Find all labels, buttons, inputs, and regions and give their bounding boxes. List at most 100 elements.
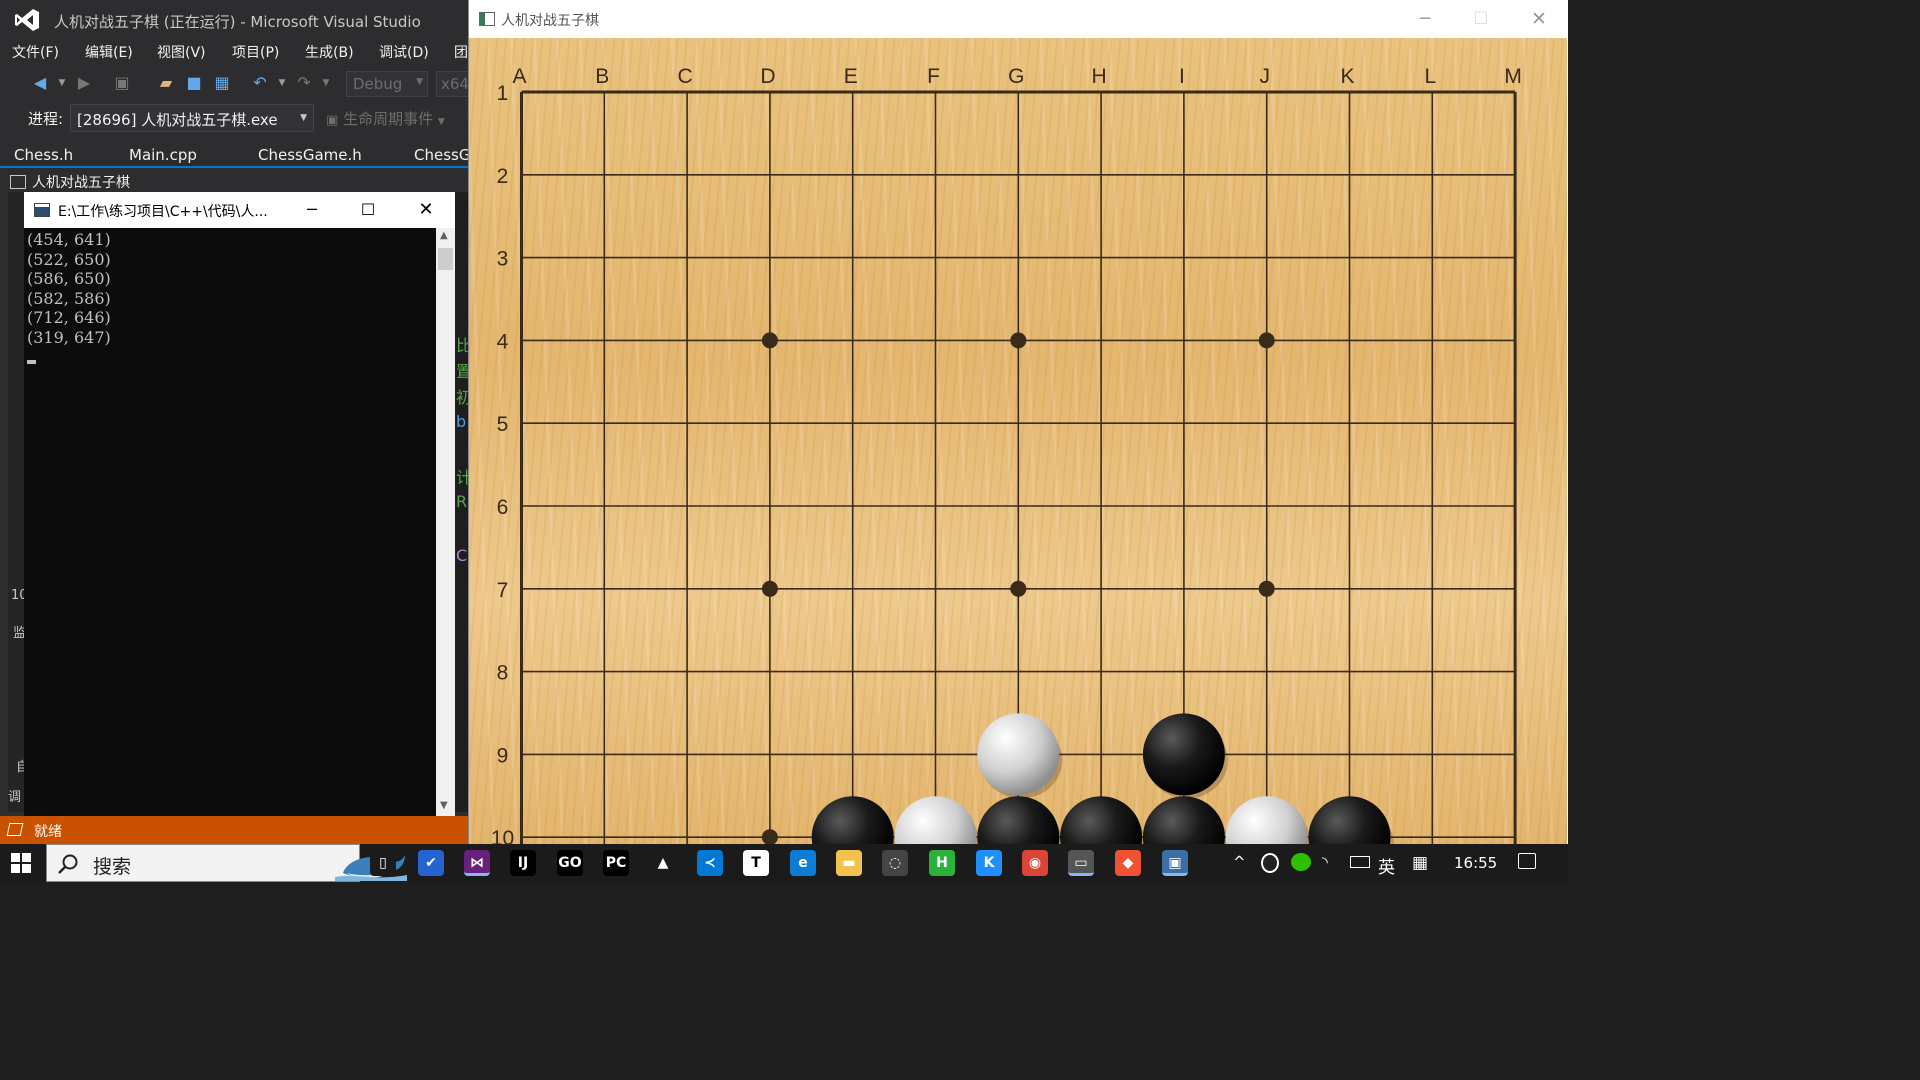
jetbrains-icon[interactable]: IJ	[510, 850, 536, 876]
menu-debug[interactable]: 调试(D)	[379, 42, 429, 62]
console-scrollbar[interactable]: ▲ ▼	[436, 228, 455, 816]
menu-edit[interactable]: 编辑(E)	[85, 42, 133, 62]
gomoku-title-bar[interactable]: 人机对战五子棋 ─ ☐ ✕	[469, 0, 1568, 38]
white-stone	[894, 796, 977, 844]
goland-icon[interactable]: GO	[557, 850, 583, 876]
qq-icon[interactable]	[1261, 853, 1279, 873]
code-fragment: R	[456, 492, 468, 511]
ime-grid-icon[interactable]: ▦	[1412, 853, 1428, 873]
board-canvas[interactable]: A B C D E F G H I J K L M 1 2 3 4 5 6 7 8 9 10	[469, 38, 1567, 844]
file-explorer-icon[interactable]: ▬	[836, 850, 862, 876]
undo-icon[interactable]: ↶	[250, 74, 270, 92]
white-stone	[1225, 796, 1308, 844]
game-app-icon[interactable]: ▣	[1162, 850, 1188, 876]
menu-team[interactable]: 团	[454, 42, 468, 62]
task-view-icon[interactable]: ▯	[370, 850, 396, 876]
star-point	[761, 332, 778, 349]
maximize-icon[interactable]: ☐	[1469, 8, 1493, 30]
platform-select[interactable]: x64	[436, 71, 468, 97]
windows-start-icon[interactable]	[10, 852, 32, 874]
row-label: 2	[497, 165, 509, 188]
visual-studio-icon[interactable]: ⋈	[464, 850, 490, 876]
back-icon[interactable]: ◀	[30, 74, 50, 92]
vs-toolbar: ◀ ▼ ▶ ▣ ▰ ■ ▦ ↶ ▼ ↷ ▼ Debug ▼ x64	[0, 68, 468, 98]
console-window[interactable]: E:\工作\练习项目\C++\代码\人... ─ ☐ ✕ (454, 641) …	[24, 192, 455, 816]
row-label: 10	[491, 827, 514, 844]
column-label: M	[1504, 65, 1522, 88]
process-select[interactable]: [28696] 人机对战五子棋.exe ▼	[70, 104, 314, 132]
forward-icon[interactable]: ▶	[74, 74, 94, 92]
minimize-icon[interactable]: ─	[300, 198, 324, 222]
edge-icon[interactable]: e	[790, 850, 816, 876]
lifecycle-events-button[interactable]: ▣ 生命周期事件 ▼	[326, 108, 445, 129]
menu-project[interactable]: 项目(P)	[232, 42, 279, 62]
wechat-dev-icon[interactable]: ◌	[882, 850, 908, 876]
close-icon[interactable]: ✕	[1527, 8, 1551, 30]
save-all-icon[interactable]: ▦	[212, 74, 232, 92]
menu-build[interactable]: 生成(B)	[305, 42, 354, 62]
clock-time[interactable]: 16:55	[1454, 854, 1497, 872]
row-label: 7	[497, 579, 509, 602]
process-label: 进程:	[28, 110, 64, 128]
gomoku-window: 人机对战五子棋 ─ ☐ ✕ A B C D E F G H I J K L M 1 2 3 4 5 6 7 8 9 10	[468, 0, 1568, 844]
wifi-icon[interactable]: ◝	[1322, 853, 1328, 871]
back-dropdown-icon[interactable]: ▼	[52, 74, 72, 92]
console-line: (582, 586)	[27, 288, 111, 308]
vs-title-bar: 人机对战五子棋 (正在运行) - Microsoft Visual Studio	[0, 0, 468, 40]
typora-icon[interactable]: T	[743, 850, 769, 876]
scrollbar-thumb[interactable]	[438, 248, 453, 270]
wechat-icon[interactable]	[1291, 853, 1311, 871]
maximize-icon[interactable]: ☐	[356, 198, 380, 222]
redo-dropdown-icon[interactable]: ▼	[316, 74, 336, 92]
hbuilder-icon[interactable]: H	[929, 850, 955, 876]
console-app-icon[interactable]: ▭	[1068, 850, 1094, 876]
new-item-icon[interactable]: ▣	[112, 74, 132, 92]
lifecycle-icon: ▣	[326, 113, 339, 128]
chrome-icon[interactable]: ◉	[1022, 850, 1048, 876]
kugou-icon[interactable]: K	[976, 850, 1002, 876]
vs-code-editor[interactable]: 比 置 初 b 计 R C	[454, 192, 468, 812]
gomoku-board[interactable]: A B C D E F G H I J K L M 1 2 3 4 5 6 7 8 9 10	[469, 38, 1567, 844]
git-icon[interactable]: ◆	[1115, 850, 1141, 876]
vs-window-title: 人机对战五子棋 (正在运行) - Microsoft Visual Studio	[54, 13, 421, 31]
console-title-bar[interactable]: E:\工作\练习项目\C++\代码\人... ─ ☐ ✕	[24, 192, 455, 228]
pycharm-icon[interactable]: PC	[603, 850, 629, 876]
column-label: G	[1008, 65, 1024, 88]
console-output[interactable]: (454, 641) (522, 650) (586, 650) (582, 5…	[24, 228, 436, 816]
menu-file[interactable]: 文件(F)	[12, 42, 59, 62]
search-icon	[58, 854, 78, 874]
menu-view[interactable]: 视图(V)	[157, 42, 206, 62]
scroll-down-icon[interactable]: ▼	[440, 800, 448, 811]
console-app-icon	[34, 203, 50, 217]
redo-icon[interactable]: ↷	[294, 74, 314, 92]
undo-dropdown-icon[interactable]: ▼	[272, 74, 292, 92]
vs-debug-location-bar: 进程: [28696] 人机对战五子棋.exe ▼ ▣ 生命周期事件 ▼	[0, 102, 468, 132]
column-label: C	[678, 65, 693, 88]
matlab-icon[interactable]: ▲	[650, 850, 676, 876]
column-label: E	[844, 65, 858, 88]
close-icon[interactable]: ✕	[414, 198, 438, 222]
vscode-icon[interactable]: ≺	[697, 850, 723, 876]
tab-main-cpp[interactable]: Main.cpp	[129, 146, 197, 164]
minimize-icon[interactable]: ─	[1413, 8, 1437, 30]
open-folder-icon[interactable]: ▰	[156, 74, 176, 92]
column-label: J	[1259, 65, 1270, 88]
taskbar-search-box[interactable]: 搜索	[46, 844, 407, 882]
chevron-up-icon[interactable]: ^	[1233, 853, 1246, 871]
visual-studio-logo-icon	[15, 9, 39, 31]
todo-icon[interactable]: ✔	[418, 850, 444, 876]
notification-icon[interactable]	[1518, 853, 1536, 869]
solution-config-select[interactable]: Debug ▼	[346, 71, 428, 97]
save-icon[interactable]: ■	[184, 74, 204, 92]
tab-chessgame-cpp[interactable]: ChessGa	[414, 146, 468, 164]
code-fragment: C	[456, 546, 468, 565]
scroll-up-icon[interactable]: ▲	[440, 230, 448, 241]
battery-icon[interactable]	[1350, 856, 1370, 868]
console-line: (712, 646)	[27, 308, 111, 328]
console-cursor	[27, 359, 36, 364]
tab-chess-h[interactable]: Chess.h	[14, 146, 73, 164]
star-point	[1258, 332, 1275, 349]
ime-language[interactable]: 英	[1378, 853, 1395, 878]
tab-chessgame-h[interactable]: ChessGame.h	[258, 146, 362, 164]
row-label: 3	[497, 248, 509, 271]
